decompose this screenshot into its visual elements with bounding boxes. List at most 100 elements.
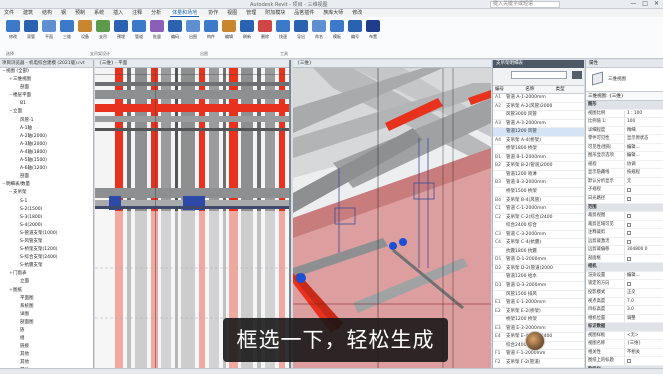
browser-tree-item[interactable]: 链接 <box>0 343 93 351</box>
properties-row[interactable]: 详细程度 精细 <box>586 126 663 136</box>
property-value[interactable] <box>624 229 663 237</box>
property-value[interactable] <box>624 254 663 263</box>
checkbox[interactable] <box>627 359 631 364</box>
ribbon-button-16[interactable]: 导出 <box>292 20 310 54</box>
schedule-row[interactable]: D2 支吊架 D-2(管道)2000 <box>493 265 584 274</box>
properties-row[interactable]: 日光路径 <box>586 195 663 204</box>
browser-tree-item[interactable]: 其他 <box>0 359 93 367</box>
browser-tree-item[interactable]: 剖面图 <box>0 319 93 327</box>
search-input[interactable]: 键入关键字或短语 <box>490 1 560 8</box>
schedule-col-header[interactable]: 编号 <box>493 86 523 93</box>
checkbox[interactable] <box>627 222 631 227</box>
tab-1[interactable]: 建筑 <box>23 9 33 17</box>
browser-tree-item[interactable]: 风管-1 <box>0 117 93 125</box>
property-value[interactable]: <无> <box>624 331 663 340</box>
browser-tree-item[interactable]: 详图 <box>0 311 93 319</box>
properties-row[interactable]: 目标高度 3.0 <box>586 306 663 315</box>
tab-5[interactable]: 系统 <box>94 9 104 17</box>
property-value[interactable] <box>624 280 663 289</box>
ribbon-button-4[interactable]: 设备 <box>76 20 94 54</box>
browser-tree-item[interactable]: 组 <box>0 335 93 343</box>
ribbon-button-0[interactable]: 修改 <box>4 20 22 54</box>
browser-tree-item[interactable]: 剖面 <box>0 173 93 181</box>
property-value[interactable]: 精细 <box>624 126 663 135</box>
browser-tree-item[interactable]: +门窗表 <box>0 270 93 278</box>
property-value[interactable]: 100 <box>624 118 663 126</box>
browser-tree-item[interactable]: A-1轴 <box>0 125 93 133</box>
properties-row[interactable]: 可见性/图形 编辑... <box>586 143 663 153</box>
properties-row[interactable]: 图纸上的标题 <box>586 357 663 366</box>
properties-row[interactable]: 投影模式 正交 <box>586 289 663 298</box>
ribbon-button-18[interactable]: 模板 <box>328 20 346 54</box>
schedule-col-header[interactable]: 名称 <box>523 86 553 93</box>
close-button[interactable]: ✕ <box>654 0 659 7</box>
schedule-col-header[interactable]: 类型 <box>554 86 584 93</box>
properties-row[interactable]: 注释裁剪 <box>586 229 663 238</box>
browser-tree-item[interactable]: −楼层平面 <box>0 92 93 100</box>
tab-10[interactable]: 协作 <box>208 9 218 17</box>
schedule-row[interactable]: 抗震1800 抗震 <box>493 248 584 257</box>
schedule-filter-button[interactable] <box>572 71 582 79</box>
property-value[interactable]: 304800.0 <box>624 246 663 254</box>
maximize-button[interactable]: □ <box>642 0 648 7</box>
property-value[interactable] <box>624 195 663 203</box>
property-value[interactable]: 编辑... <box>624 152 663 160</box>
properties-row[interactable]: 相关性 不相关 <box>586 348 663 358</box>
schedule-row[interactable]: A2 支吊架 A-2(风管)2000 <box>493 103 584 112</box>
schedule-row[interactable]: 桥架1200 桥架 <box>493 316 584 325</box>
property-value[interactable]: 3.0 <box>624 306 663 314</box>
property-value[interactable]: 按规程 <box>624 169 663 177</box>
browser-tree-item[interactable]: A-5轴(1500) <box>0 157 93 165</box>
tab-12[interactable]: 管理 <box>246 9 256 17</box>
schedule-row[interactable]: B1 管道 B-1-2000mm <box>493 154 584 163</box>
properties-row[interactable]: 子规程 <box>586 186 663 196</box>
schedule-row[interactable]: C1 管道 C-1-2000mm <box>493 205 584 214</box>
schedule-row[interactable]: 风管3000 风管 <box>493 111 584 120</box>
schedule-row[interactable]: 综合2400 综合 <box>493 222 584 231</box>
browser-tree-item[interactable]: 立面 <box>0 278 93 286</box>
browser-tree-item[interactable]: S-2(1500) <box>0 206 93 214</box>
browser-tree-item[interactable]: 其他 <box>0 351 93 359</box>
property-value[interactable]: 显示原状态 <box>624 135 663 143</box>
schedule-row[interactable]: D1 管道 D-1-2000mm <box>493 256 584 265</box>
property-value[interactable] <box>624 212 663 220</box>
properties-row[interactable]: 视图比例 1 : 100 <box>586 109 663 119</box>
browser-tree-item[interactable]: −立面 <box>0 108 93 116</box>
properties-row[interactable]: 锁定的方向 <box>586 280 663 290</box>
schedule-row[interactable]: 管道1200 给水 <box>493 273 584 283</box>
ribbon-button-2[interactable]: 平面 <box>40 20 58 54</box>
schedule-row[interactable]: D3 管道 D-3-2000mm <box>493 282 584 291</box>
properties-row[interactable]: 视图名称 {三维} <box>586 340 663 349</box>
browser-tree-item[interactable]: +图纸 <box>0 287 93 295</box>
tab-9[interactable]: 体量和场地 <box>170 9 200 17</box>
property-value[interactable]: 无 <box>624 177 663 186</box>
property-value[interactable]: 7.0 <box>624 297 663 306</box>
schedule-row[interactable]: C3 管道 C-3-2000mm <box>493 231 584 240</box>
schedule-row[interactable]: 桥架1500 桥架 <box>493 188 584 197</box>
ribbon-button-20[interactable]: 布置 <box>364 20 382 54</box>
browser-tree-item[interactable]: 族 <box>0 327 93 335</box>
tab-7[interactable]: 注释 <box>132 9 142 17</box>
ribbon-button-6[interactable]: 预埋 <box>112 20 130 54</box>
properties-row[interactable]: 裁剪视图 <box>586 212 663 221</box>
tab-8[interactable]: 分析 <box>151 9 161 17</box>
properties-row[interactable]: 相机位置 调整 <box>586 314 663 324</box>
property-value[interactable]: 调整 <box>624 314 663 323</box>
tab-15[interactable]: 族库大师 <box>323 9 343 17</box>
minimize-button[interactable]: — <box>630 0 636 7</box>
schedule-row[interactable]: B2 支吊架 B-2(管道)2000 <box>493 162 584 171</box>
properties-instance-selector[interactable]: 三维视图: {三维} <box>586 92 663 101</box>
ribbon-button-15[interactable]: 快速 <box>274 20 292 54</box>
property-value[interactable] <box>624 357 663 365</box>
schedule-row[interactable]: B4 支吊架 B-4(风管) <box>493 197 584 206</box>
browser-tree-item[interactable]: S-风管支架 <box>0 238 93 246</box>
browser-tree-item[interactable]: −支吊架 <box>0 189 93 197</box>
ribbon-button-7[interactable]: 管道 <box>130 20 148 54</box>
browser-tree-item[interactable]: A-6轴(1200) <box>0 165 93 173</box>
ribbon-button-3[interactable]: 三维 <box>58 20 76 54</box>
schedule-row[interactable]: 风管1500 排风 <box>493 291 584 300</box>
browser-tree-item[interactable]: S-桥架支架(1200) <box>0 246 93 254</box>
schedule-row[interactable]: C2 支吊架 C-2(综合)2400 <box>493 214 584 223</box>
properties-group-header[interactable]: 范围 <box>586 203 663 213</box>
properties-row[interactable]: 渲染设置 编辑... <box>586 271 663 281</box>
